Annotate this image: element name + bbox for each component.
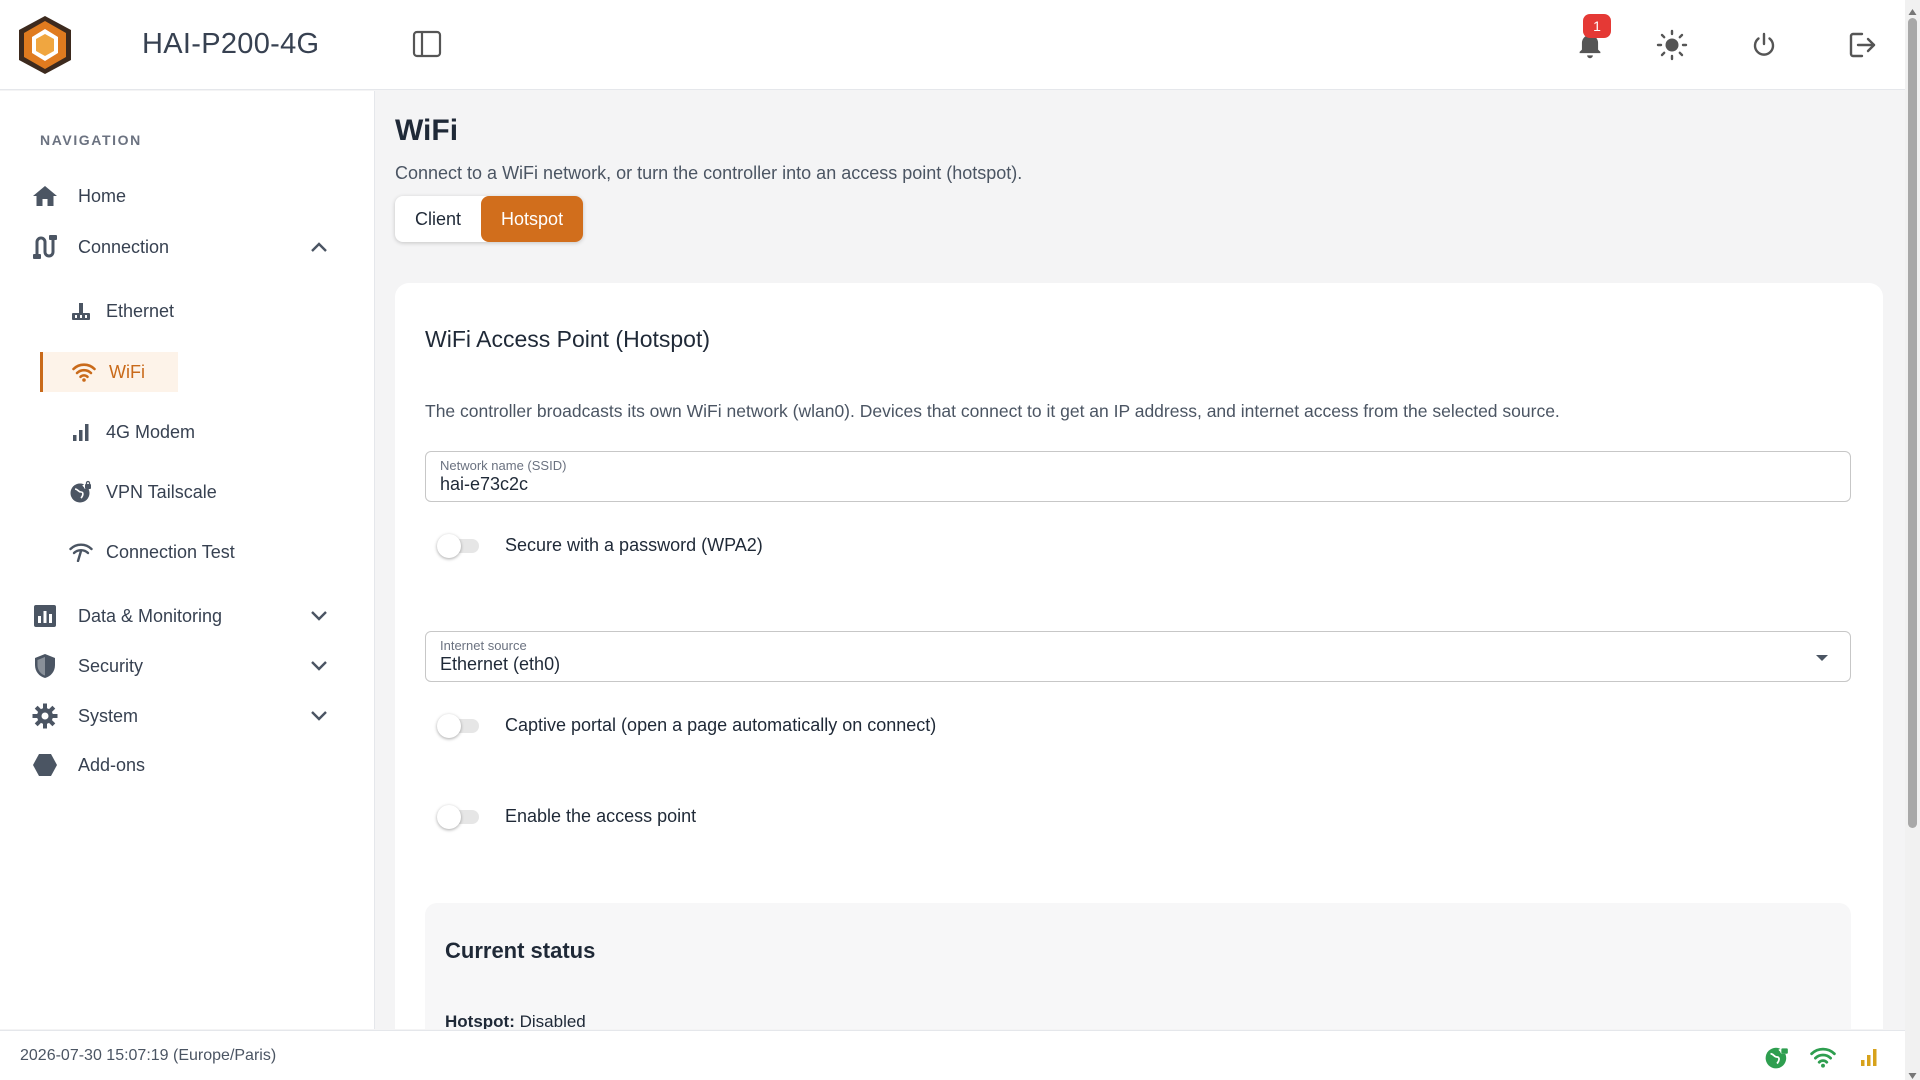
- sidebar-item-label: Security: [78, 655, 144, 676]
- toggle-thumb: [437, 714, 461, 738]
- sidebar-item-connection[interactable]: Connection: [30, 227, 169, 267]
- notification-badge: 1: [1583, 14, 1611, 38]
- chevron-up-icon[interactable]: [304, 232, 334, 262]
- dropdown-caret-icon: [1814, 650, 1830, 666]
- enable-ap-toggle-row[interactable]: Enable the access point: [425, 796, 696, 836]
- sidebar-subitem-vpn-tailscale[interactable]: VPN Tailscale: [68, 472, 217, 512]
- captive-portal-toggle[interactable]: [437, 714, 481, 738]
- sidebar-subitem-4g-modem[interactable]: 4G Modem: [68, 412, 195, 452]
- sidebar-subitem-label: Connection Test: [106, 541, 235, 562]
- ssid-field[interactable]: Network name (SSID) hai-e73c2c: [425, 451, 1851, 502]
- enable-ap-toggle[interactable]: [437, 805, 481, 829]
- vpn-globe-icon: [68, 479, 94, 505]
- enable-ap-toggle-label: Enable the access point: [505, 805, 697, 826]
- tab-hotspot[interactable]: Hotspot: [481, 196, 584, 242]
- sidebar-item-label: Data & Monitoring: [78, 605, 223, 626]
- sidebar-subitem-label: VPN Tailscale: [106, 481, 217, 502]
- theme-toggle-button[interactable]: [1653, 26, 1691, 64]
- sidebar-item-security[interactable]: Security: [30, 646, 143, 686]
- page-title: WiFi: [395, 114, 459, 147]
- power-button[interactable]: [1745, 26, 1783, 64]
- chevron-down-icon[interactable]: [304, 651, 334, 681]
- app-title: HAI-P200-4G: [142, 28, 320, 60]
- sidebar-item-system[interactable]: System: [30, 696, 138, 736]
- page-subtitle: Connect to a WiFi network, or turn the c…: [395, 163, 1023, 183]
- ethernet-icon: [68, 298, 94, 324]
- card-title: WiFi Access Point (Hotspot): [425, 326, 711, 352]
- shield-icon: [30, 651, 60, 681]
- sidebar-subitem-label: WiFi: [109, 361, 145, 382]
- wifi-status-icon[interactable]: [1809, 1043, 1837, 1071]
- main-content: WiFi Connect to a WiFi network, or turn …: [376, 91, 1905, 1029]
- signal-bars-icon: [68, 419, 94, 445]
- sidebar-subitem-label: Ethernet: [106, 300, 175, 321]
- ssid-label: Network name (SSID): [440, 458, 567, 473]
- sidebar-item-label: Connection: [78, 236, 170, 257]
- hexagon-icon: [30, 750, 60, 780]
- vpn-status-icon[interactable]: [1763, 1043, 1791, 1071]
- scrollbar-thumb[interactable]: [1908, 18, 1917, 828]
- sidebar-item-label: Add-ons: [78, 754, 146, 775]
- password-toggle-row[interactable]: Secure with a password (WPA2): [425, 525, 763, 565]
- status-footer: 2026-07-30 15:07:19 (Europe/Paris): [0, 1030, 1905, 1080]
- sidebar-item-home[interactable]: Home: [30, 176, 126, 216]
- brand-logo[interactable]: [16, 14, 74, 76]
- top-header: HAI-P200-4G 1: [0, 0, 1905, 90]
- sidebar-item-add-ons[interactable]: Add-ons: [30, 745, 145, 785]
- mode-tabs: Client Hotspot: [395, 196, 584, 242]
- logout-icon: [1849, 32, 1876, 58]
- ssid-value[interactable]: hai-e73c2c: [440, 474, 528, 495]
- sidebar-toggle-icon[interactable]: [412, 30, 444, 60]
- sidebar-subitem-ethernet[interactable]: Ethernet: [68, 291, 174, 331]
- home-icon: [30, 181, 60, 211]
- current-status-panel: Current status Hotspot: Disabled: [425, 903, 1851, 1029]
- sidebar-subitem-wifi[interactable]: WiFi: [40, 352, 178, 392]
- captive-portal-toggle-row[interactable]: Captive portal (open a page automaticall…: [425, 705, 936, 745]
- internet-source-select[interactable]: Internet source Ethernet (eth0): [425, 631, 1851, 682]
- password-toggle[interactable]: [437, 534, 481, 558]
- status-title: Current status: [445, 938, 596, 963]
- toggle-thumb: [437, 805, 461, 829]
- password-toggle-label: Secure with a password (WPA2): [505, 534, 763, 555]
- internet-source-label: Internet source: [440, 638, 527, 653]
- wifi-test-icon: [68, 539, 94, 565]
- cellular-signal-icon[interactable]: [1855, 1043, 1883, 1071]
- page-scrollbar[interactable]: [1905, 0, 1920, 1080]
- hotspot-card: WiFi Access Point (Hotspot) The controll…: [395, 283, 1883, 1029]
- scroll-up-arrow-icon[interactable]: [1908, 3, 1917, 15]
- scroll-down-arrow-icon[interactable]: [1908, 1067, 1917, 1079]
- power-icon: [1753, 32, 1775, 56]
- sidebar-subitem-label: 4G Modem: [106, 421, 196, 442]
- sun-icon: [1656, 29, 1688, 61]
- tab-client[interactable]: Client: [395, 196, 481, 242]
- sidebar-item-label: Home: [78, 185, 127, 206]
- gear-icon: [30, 701, 60, 731]
- sidebar-item-data-monitoring[interactable]: Data & Monitoring: [30, 596, 222, 636]
- sidebar-subitem-connection-test[interactable]: Connection Test: [68, 532, 235, 572]
- chevron-down-icon[interactable]: [304, 601, 334, 631]
- internet-source-value: Ethernet (eth0): [440, 654, 561, 674]
- toggle-thumb: [437, 534, 461, 558]
- footer-datetime: 2026-07-30 15:07:19 (Europe/Paris): [20, 1047, 277, 1064]
- hotspot-status-label: Hotspot:: [445, 1012, 515, 1029]
- hotspot-status-line: Hotspot: Disabled: [445, 1012, 586, 1029]
- hotspot-status-value: Disabled: [519, 1012, 586, 1029]
- chevron-down-icon[interactable]: [304, 701, 334, 731]
- captive-portal-toggle-label: Captive portal (open a page automaticall…: [505, 714, 937, 735]
- card-description: The controller broadcasts its own WiFi n…: [425, 401, 1560, 421]
- connection-icon: [30, 232, 60, 262]
- wifi-icon: [71, 359, 97, 385]
- bar-chart-icon: [30, 601, 60, 631]
- sidebar: NAVIGATION Home Connection Ethernet WiFi…: [0, 91, 375, 1029]
- logout-button[interactable]: [1844, 26, 1882, 64]
- nav-heading: NAVIGATION: [40, 132, 142, 148]
- sidebar-item-label: System: [78, 705, 139, 726]
